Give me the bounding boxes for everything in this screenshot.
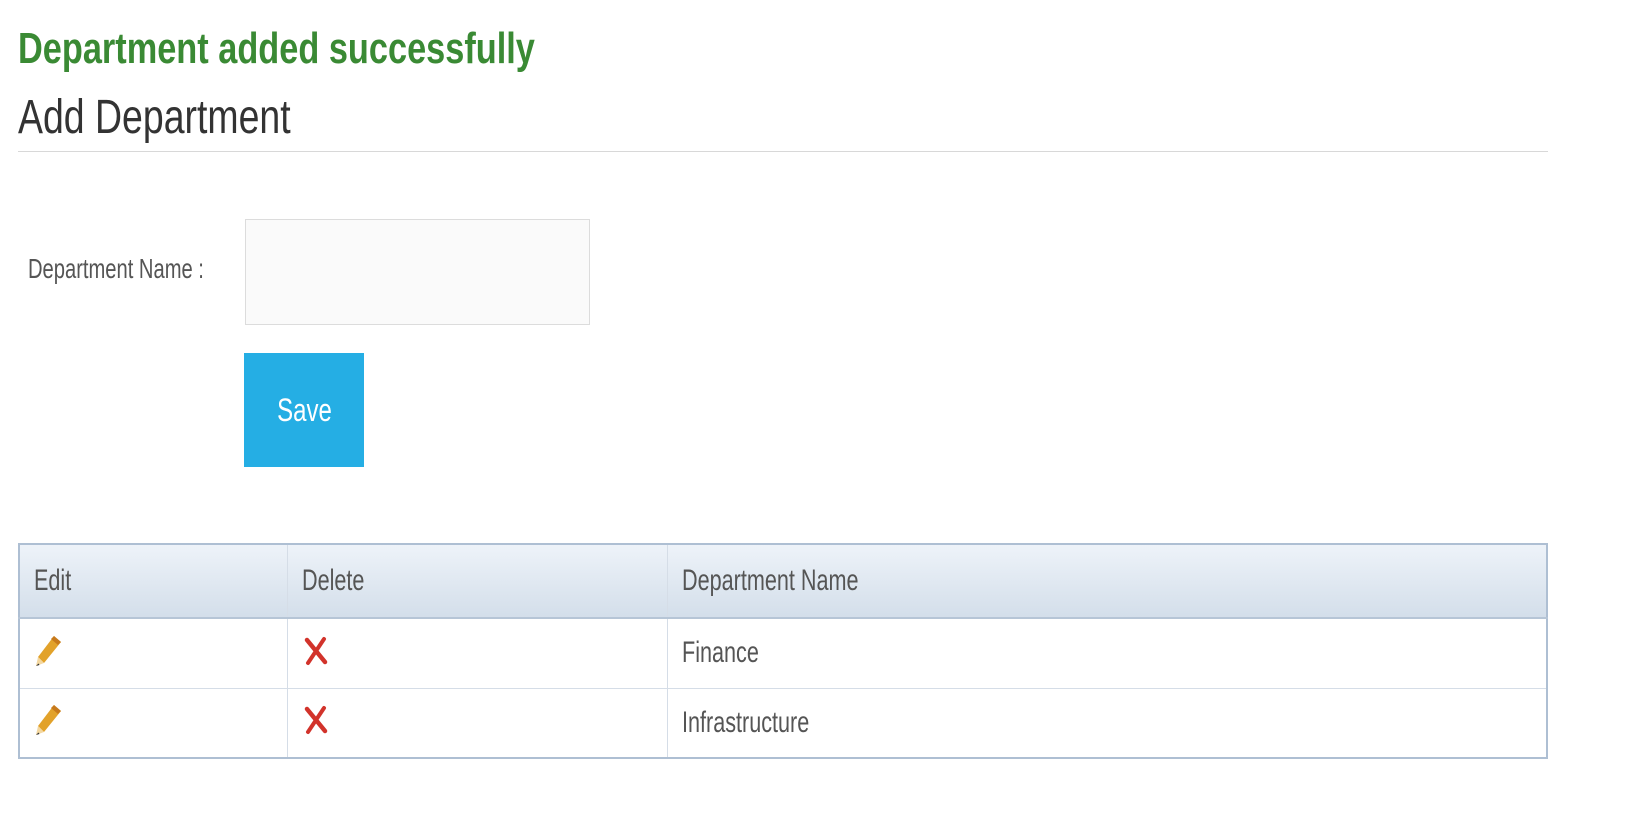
title-divider xyxy=(18,151,1548,152)
table-row: Finance xyxy=(18,617,1548,689)
table-row: Infrastructure xyxy=(18,687,1548,759)
table-header-row: Edit Delete Department Name xyxy=(18,543,1548,619)
delete-x-icon[interactable] xyxy=(302,704,330,741)
pencil-icon[interactable] xyxy=(34,633,64,674)
edit-cell xyxy=(18,617,288,689)
page-title: Add Department xyxy=(18,91,291,144)
department-name-cell: Infrastructure xyxy=(666,687,1548,759)
column-header-delete[interactable]: Delete xyxy=(286,543,668,619)
departments-table: Edit Delete Department Name Finance Infr… xyxy=(18,543,1548,759)
save-button[interactable]: Save xyxy=(244,353,364,467)
delete-cell xyxy=(286,687,668,759)
edit-cell xyxy=(18,687,288,759)
department-name-cell: Finance xyxy=(666,617,1548,689)
delete-x-icon[interactable] xyxy=(302,635,330,672)
department-name-input[interactable] xyxy=(245,219,590,325)
success-message: Department added successfully xyxy=(18,24,535,73)
save-button-label: Save xyxy=(276,391,332,428)
department-name-label: Department Name : xyxy=(28,253,204,284)
column-header-edit[interactable]: Edit xyxy=(18,543,288,619)
delete-cell xyxy=(286,617,668,689)
pencil-icon[interactable] xyxy=(34,702,64,743)
column-header-department-name[interactable]: Department Name xyxy=(666,543,1548,619)
